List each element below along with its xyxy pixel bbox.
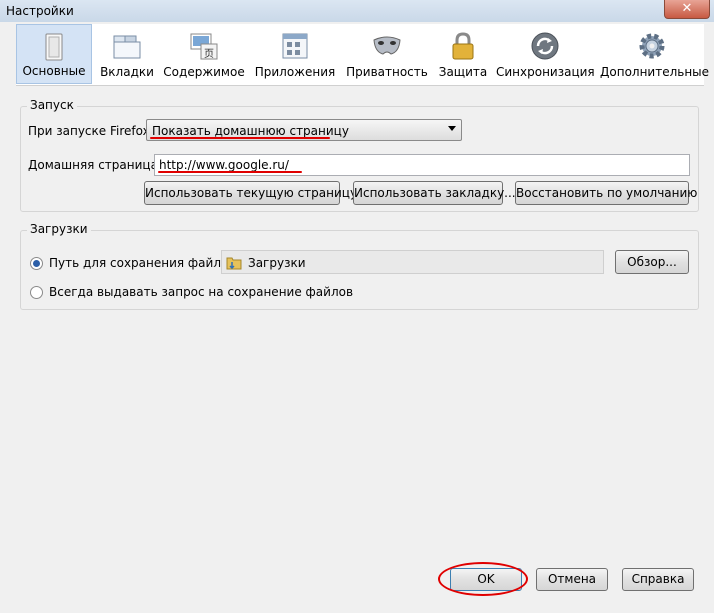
- always-ask-radio[interactable]: [30, 286, 43, 299]
- content-icon: 页: [190, 33, 218, 60]
- close-button[interactable]: ✕: [664, 0, 710, 19]
- use-bookmark-button[interactable]: Использовать закладку...: [353, 181, 516, 205]
- annotation-underline: [150, 137, 330, 139]
- tab-label: Дополнительные: [600, 65, 710, 79]
- homepage-input[interactable]: [159, 158, 679, 172]
- annotation-underline: [158, 171, 302, 173]
- window-title: Настройки: [6, 4, 74, 18]
- title-bar[interactable]: Настройки ✕: [0, 0, 714, 22]
- tab-label: Защита: [438, 65, 488, 79]
- tab-label: Приложения: [254, 65, 336, 79]
- preferences-window: Настройки ✕ Основные Вкладки 页 Содержимо…: [0, 0, 714, 613]
- switch-icon: [45, 33, 63, 61]
- preferences-toolbar: Основные Вкладки 页 Содержимое Приложения…: [16, 24, 710, 86]
- save-path-value: Загрузки: [248, 256, 306, 270]
- svg-text:页: 页: [204, 48, 214, 60]
- tab-tabs[interactable]: Вкладки: [94, 24, 160, 84]
- on-start-label: При запуске Firefox:: [28, 124, 154, 138]
- tab-label: Вкладки: [100, 65, 154, 79]
- tabs-icon: [113, 35, 141, 59]
- startup-group-title: Запуск: [27, 98, 77, 112]
- use-current-page-button[interactable]: Использовать текущую страницу: [144, 181, 357, 205]
- tab-label: Содержимое: [163, 65, 245, 79]
- always-ask-label: Всегда выдавать запрос на сохранение фай…: [49, 285, 354, 299]
- browse-button[interactable]: Обзор...: [615, 250, 689, 274]
- applications-icon: [282, 33, 308, 59]
- cancel-button[interactable]: Отмена: [536, 568, 608, 591]
- tab-general[interactable]: Основные: [16, 24, 92, 84]
- tab-privacy[interactable]: Приватность: [344, 24, 430, 84]
- tab-advanced[interactable]: Дополнительные: [600, 24, 710, 84]
- tab-content[interactable]: 页 Содержимое: [162, 24, 246, 84]
- folder-icon: [226, 257, 242, 270]
- gear-icon: [639, 33, 665, 59]
- tab-security[interactable]: Защита: [432, 24, 494, 84]
- on-start-value: Показать домашнюю страницу: [152, 124, 349, 138]
- mask-icon: [373, 36, 401, 55]
- tab-sync[interactable]: Синхронизация: [496, 24, 595, 84]
- close-icon: ✕: [681, 1, 693, 16]
- tab-applications[interactable]: Приложения: [252, 24, 338, 84]
- tab-label: Приватность: [346, 65, 428, 79]
- padlock-icon: [452, 32, 474, 60]
- chevron-down-icon: [448, 126, 456, 131]
- tab-label: Основные: [22, 64, 86, 78]
- save-path-field: Загрузки: [221, 250, 604, 274]
- save-path-radio[interactable]: [30, 257, 43, 270]
- tab-label: Синхронизация: [496, 65, 595, 79]
- homepage-label: Домашняя страница:: [28, 158, 162, 172]
- help-button[interactable]: Справка: [622, 568, 694, 591]
- annotation-circle: [438, 562, 528, 596]
- restore-default-button[interactable]: Восстановить по умолчанию: [515, 181, 697, 205]
- downloads-group-title: Загрузки: [27, 222, 91, 236]
- sync-icon: [531, 32, 559, 60]
- save-path-label: Путь для сохранения файлов: [49, 256, 236, 270]
